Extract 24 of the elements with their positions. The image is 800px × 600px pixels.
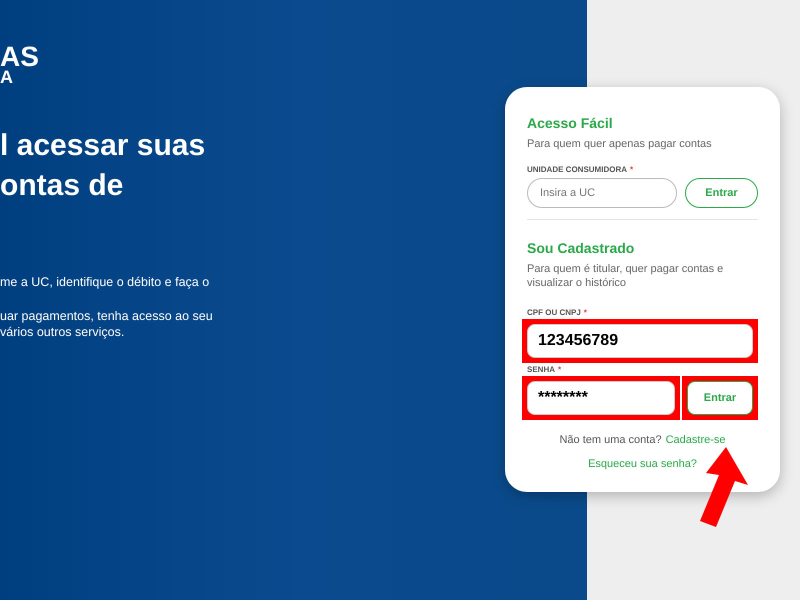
- forgot-password-link[interactable]: Esqueceu sua senha?: [588, 458, 697, 470]
- field-label: UNIDADE CONSUMIDORA: [527, 165, 627, 174]
- hero-paragraph: me a UC, identifique o débito e faça o: [0, 274, 210, 290]
- enter-button[interactable]: Entrar: [685, 178, 758, 208]
- section-subtitle: Para quem quer apenas pagar contas: [527, 137, 713, 151]
- section-subtitle: Para quem é titular, quer pagar contas e visualizar o histórico: [527, 262, 724, 290]
- hero-heading: l acessar suas: [0, 128, 206, 164]
- document-input-field[interactable]: 123456789: [527, 324, 753, 358]
- section-title: Sou Cadastrado: [527, 240, 636, 256]
- required-mark: *: [558, 365, 562, 374]
- required-mark: *: [584, 308, 587, 317]
- hero-paragraph: uar pagamentos, tenha acesso ao seu vários outros serviços.: [0, 308, 214, 340]
- field-label: SENHA: [527, 365, 556, 374]
- signup-link[interactable]: Cadastre-se: [666, 434, 726, 446]
- section-title: Acesso Fácil: [527, 115, 614, 131]
- enter-button[interactable]: Entrar: [687, 381, 753, 415]
- hero-heading: ontas de: [0, 168, 124, 204]
- uc-input-field[interactable]: Insira a UC: [527, 178, 677, 208]
- logo-text: A: [0, 69, 13, 86]
- logo-text: AS: [0, 44, 39, 70]
- required-mark: *: [630, 165, 634, 174]
- field-label: CPF OU CNPJ: [527, 308, 581, 317]
- signup-prompt: Não tem uma conta?: [559, 434, 662, 446]
- password-input-field[interactable]: ********: [527, 381, 675, 415]
